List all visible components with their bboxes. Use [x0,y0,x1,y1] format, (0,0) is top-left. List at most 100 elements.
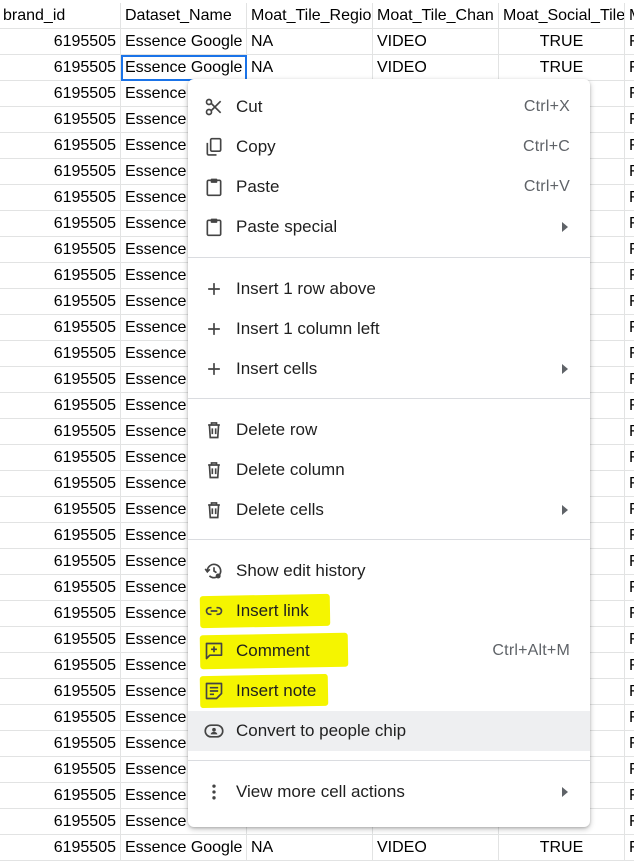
table-cell[interactable]: 6195505 [0,679,121,705]
table-cell[interactable]: NA [247,55,373,81]
menu-item-comment[interactable]: Comment Ctrl+Alt+M [188,631,590,671]
table-cell[interactable]: F [625,835,634,861]
table-cell[interactable]: F [625,445,634,471]
menu-item-insert-note[interactable]: Insert note [188,671,590,711]
table-cell[interactable]: F [625,731,634,757]
table-cell[interactable]: F [625,757,634,783]
table-cell[interactable]: VIDEO [373,29,499,55]
menu-item-paste-special[interactable]: Paste special [188,207,590,247]
menu-item-convert-to-people-chip[interactable]: Convert to people chip [188,711,590,751]
column-header-cell[interactable]: Dataset_Name [121,3,247,29]
table-cell[interactable]: F [625,107,634,133]
menu-item-view-more-cell-actions[interactable]: View more cell actions [188,772,590,812]
menu-item-cut[interactable]: Cut Ctrl+X [188,87,590,127]
table-cell[interactable]: F [625,497,634,523]
table-cell[interactable]: TRUE [499,835,625,861]
table-cell[interactable]: 6195505 [0,575,121,601]
menu-item-delete-row[interactable]: Delete row [188,410,590,450]
table-cell[interactable]: TRUE [499,55,625,81]
table-cell[interactable]: F [625,29,634,55]
table-cell[interactable]: F [625,315,634,341]
menu-item-label: View more cell actions [236,782,405,801]
table-cell[interactable]: VIDEO [373,835,499,861]
column-header-cell[interactable]: Moat_Social_Tile [499,3,625,29]
table-cell[interactable]: F [625,653,634,679]
table-cell[interactable]: 6195505 [0,627,121,653]
table-cell[interactable]: F [625,237,634,263]
table-cell[interactable]: 6195505 [0,835,121,861]
table-cell[interactable]: 6195505 [0,809,121,835]
table-cell[interactable]: F [625,783,634,809]
table-cell[interactable]: 6195505 [0,705,121,731]
table-cell[interactable]: TRUE [499,29,625,55]
table-cell[interactable]: F [625,185,634,211]
table-cell[interactable]: F [625,627,634,653]
table-cell[interactable]: F [625,523,634,549]
column-header-cell[interactable]: M [625,3,634,29]
menu-item-copy[interactable]: Copy Ctrl+C [188,127,590,167]
table-cell[interactable]: F [625,705,634,731]
table-cell[interactable]: F [625,809,634,835]
menu-item-insert-cells[interactable]: Insert cells [188,349,590,389]
table-cell[interactable]: 6195505 [0,653,121,679]
menu-item-paste[interactable]: Paste Ctrl+V [188,167,590,207]
table-cell[interactable]: 6195505 [0,107,121,133]
table-cell[interactable]: F [625,159,634,185]
table-cell[interactable]: 6195505 [0,133,121,159]
column-header-cell[interactable]: Moat_Tile_Regio [247,3,373,29]
table-cell[interactable]: 6195505 [0,55,121,81]
table-cell[interactable]: VIDEO [373,55,499,81]
menu-item-show-edit-history[interactable]: Show edit history [188,551,590,591]
table-cell[interactable]: NA [247,835,373,861]
table-cell[interactable]: 6195505 [0,419,121,445]
menu-item-insert-link[interactable]: Insert link [188,591,590,631]
table-cell[interactable]: 6195505 [0,445,121,471]
table-cell[interactable]: 6195505 [0,393,121,419]
table-cell[interactable]: 6195505 [0,523,121,549]
menu-item-label: Copy [236,137,276,156]
table-cell[interactable]: F [625,367,634,393]
table-cell[interactable]: F [625,419,634,445]
table-cell[interactable]: 6195505 [0,289,121,315]
table-cell[interactable]: F [625,471,634,497]
menu-item-delete-column[interactable]: Delete column [188,450,590,490]
table-cell[interactable]: 6195505 [0,783,121,809]
table-cell[interactable]: F [625,575,634,601]
table-cell[interactable]: 6195505 [0,367,121,393]
table-cell[interactable]: 6195505 [0,731,121,757]
table-cell[interactable]: 6195505 [0,757,121,783]
table-cell[interactable]: 6195505 [0,237,121,263]
table-cell[interactable]: 6195505 [0,341,121,367]
table-cell[interactable]: F [625,55,634,81]
menu-item-delete-cells[interactable]: Delete cells [188,490,590,530]
column-header-cell[interactable]: Moat_Tile_Chan [373,3,499,29]
column-header-cell[interactable]: brand_id [0,3,121,29]
menu-item-insert-row[interactable]: Insert 1 row above [188,269,590,309]
table-cell[interactable]: 6195505 [0,497,121,523]
table-cell[interactable]: F [625,549,634,575]
table-cell[interactable]: NA [247,29,373,55]
table-cell[interactable]: Essence Google [121,835,247,861]
table-cell[interactable]: 6195505 [0,159,121,185]
table-cell[interactable]: F [625,81,634,107]
table-cell[interactable]: F [625,679,634,705]
table-cell[interactable]: 6195505 [0,29,121,55]
table-cell[interactable]: 6195505 [0,81,121,107]
table-cell[interactable]: 6195505 [0,263,121,289]
table-cell[interactable]: F [625,601,634,627]
selected-cell[interactable]: Essence Google [121,55,247,81]
table-cell[interactable]: F [625,263,634,289]
table-cell[interactable]: 6195505 [0,185,121,211]
table-cell[interactable]: 6195505 [0,211,121,237]
table-cell[interactable]: 6195505 [0,315,121,341]
table-cell[interactable]: F [625,289,634,315]
table-cell[interactable]: F [625,341,634,367]
menu-item-insert-column[interactable]: Insert 1 column left [188,309,590,349]
table-cell[interactable]: 6195505 [0,601,121,627]
table-cell[interactable]: F [625,211,634,237]
table-cell[interactable]: Essence Google [121,29,247,55]
table-cell[interactable]: F [625,393,634,419]
table-cell[interactable]: 6195505 [0,549,121,575]
table-cell[interactable]: 6195505 [0,471,121,497]
table-cell[interactable]: F [625,133,634,159]
